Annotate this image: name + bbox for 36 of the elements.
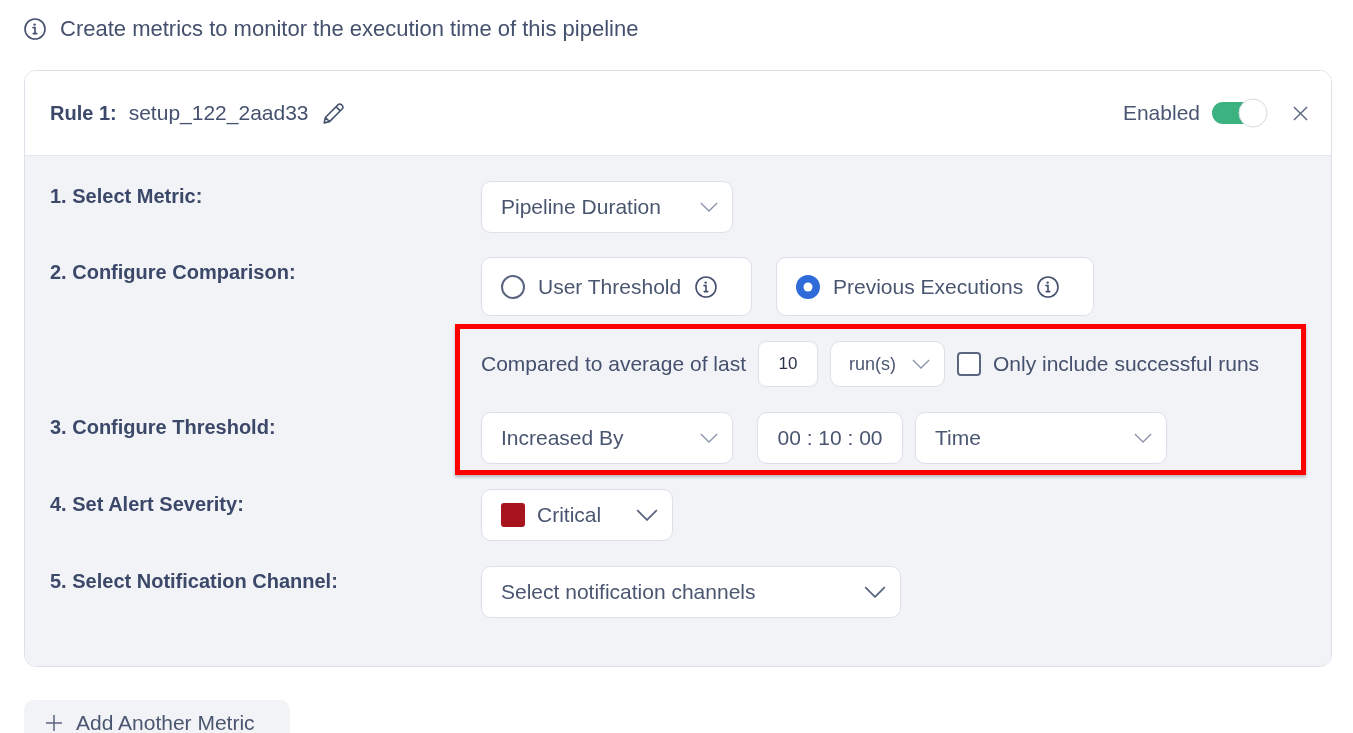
rule-name: setup_122_2aad33 (128, 101, 309, 125)
toggle-switch[interactable] (1211, 97, 1269, 129)
step-label: 3. Configure Threshold: (50, 415, 276, 438)
unit-select[interactable]: run(s) (830, 341, 945, 387)
radio-option[interactable]: Previous Executions (776, 257, 1094, 316)
count-input[interactable]: 10 (758, 341, 818, 387)
checkbox-label: Only include successful runs (993, 352, 1260, 376)
info-icon[interactable] (1037, 275, 1060, 298)
chevron-icon (864, 586, 886, 598)
radio-option[interactable]: User Threshold (481, 257, 752, 316)
rule-title: Rule 1: (50, 101, 117, 125)
info-icon (24, 18, 46, 40)
chevron-icon (1134, 433, 1152, 443)
info-icon[interactable] (695, 275, 718, 298)
metric-select[interactable]: Pipeline Duration (481, 181, 733, 233)
direction-select[interactable]: Increased By (481, 412, 733, 464)
measure-select[interactable]: Time (915, 412, 1167, 464)
info-text: Create metrics to monitor the execution time of this pipeline (60, 16, 639, 42)
chevron-icon (700, 433, 718, 443)
chevron-icon (700, 202, 718, 212)
pencil-icon[interactable] (320, 100, 346, 126)
plus-icon (46, 715, 62, 731)
chevron-icon (636, 509, 658, 521)
chevron-icon (912, 359, 930, 369)
checkbox[interactable] (957, 352, 981, 376)
step-label: 5. Select Notification Channel: (50, 569, 338, 592)
duration-input[interactable]: 00 : 10 : 00 (757, 412, 903, 464)
step-label: 4. Set Alert Severity: (50, 492, 244, 515)
severity-select[interactable]: Critical (481, 489, 673, 541)
step-label: 2. Configure Comparison: (50, 260, 296, 283)
average-text: Compared to average of last (481, 352, 746, 376)
close-icon[interactable] (1293, 105, 1308, 121)
add-metric-button[interactable]: Add Another Metric (24, 700, 290, 733)
step-label: 1. Select Metric: (50, 184, 203, 207)
channel-select[interactable]: Select notification channels (481, 566, 901, 618)
toggle-label: Enabled (1122, 101, 1200, 125)
